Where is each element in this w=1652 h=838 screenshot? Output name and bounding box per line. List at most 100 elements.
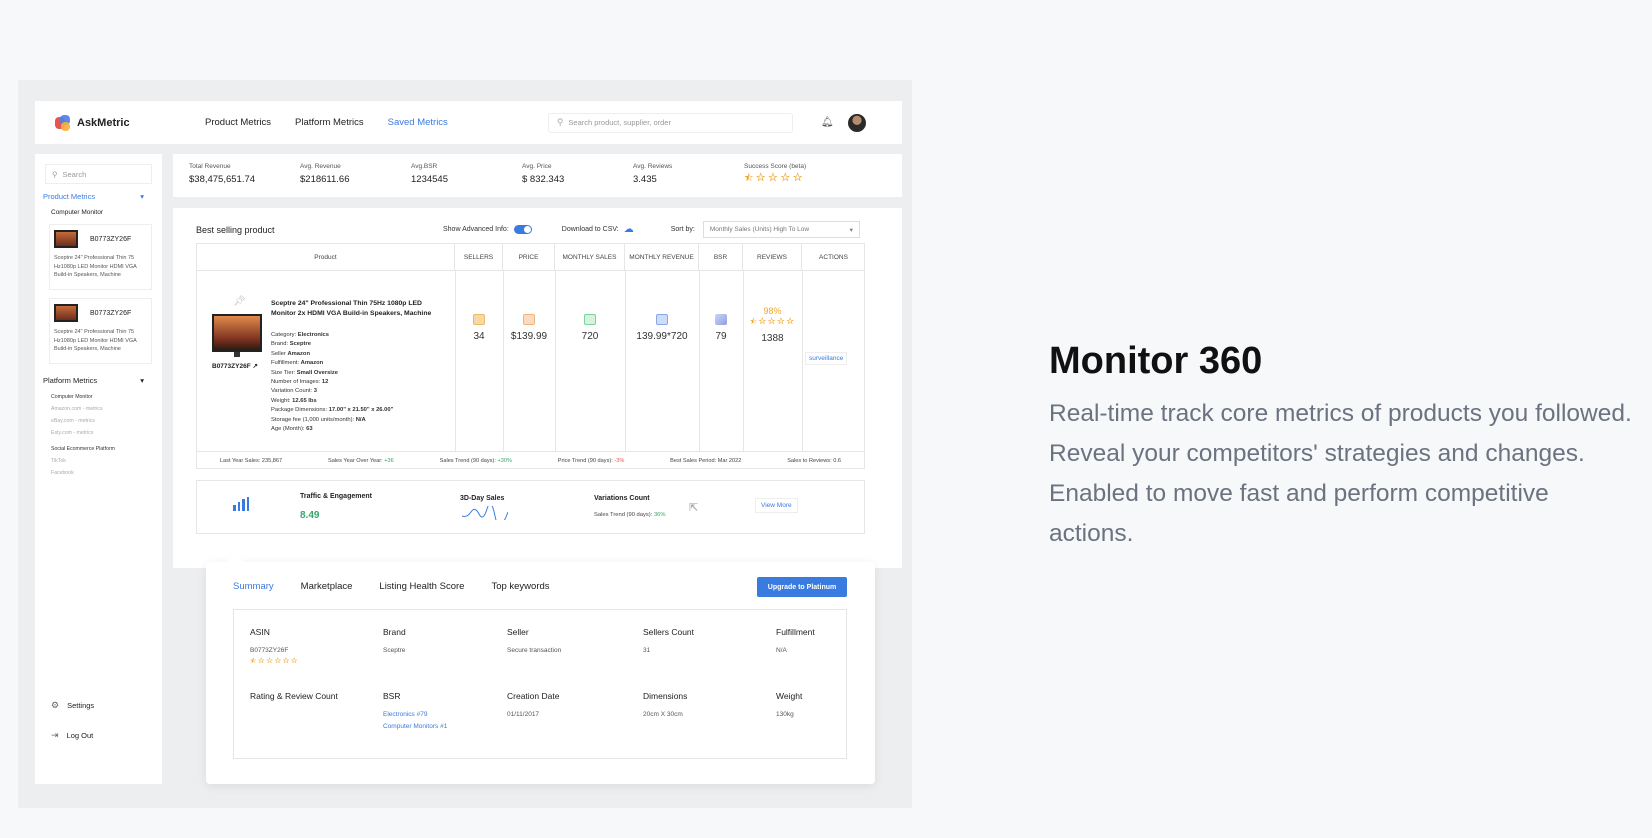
sidebar-product-card[interactable]: B0773ZY26F Sceptre 24" Professional Thin… — [49, 224, 152, 290]
price-trend-label: Price Trend (90 days): — [557, 458, 615, 464]
product-asin-link[interactable]: B0773ZY26F ↗ — [212, 362, 258, 370]
sales-30d-label: 3D-Day Sales — [460, 495, 505, 502]
sort-value: Monthly Sales (Units) High To Low — [709, 226, 810, 233]
settings-link[interactable]: ⚙ Settings — [51, 700, 94, 711]
column-divider — [802, 271, 803, 451]
best-sales-period: Best Sales Period: Mar 2022 — [670, 458, 742, 464]
col-header-monthly-revenue[interactable]: MONTHLY REVENUE — [625, 244, 699, 271]
field-bsr: BSR Electronics #79 Computer Monitors #1 — [383, 691, 447, 733]
pin-icon[interactable]: 📌︎ — [233, 296, 246, 307]
tab-listing-health[interactable]: Listing Health Score — [379, 581, 464, 592]
sort-select[interactable]: Monthly Sales (Units) High To Low ▾ — [702, 221, 860, 238]
price-chart-icon — [523, 314, 535, 325]
logout-link[interactable]: ⇥ Log Out — [51, 730, 93, 741]
product-thumbnail — [54, 230, 78, 248]
search-icon: ⚲ — [52, 169, 58, 179]
field-weight: Weight 130kg — [776, 691, 802, 721]
col-header-actions[interactable]: ACTIONS — [802, 244, 865, 271]
star-rating-icon: ⯪☆☆☆☆ — [744, 173, 805, 184]
cloud-download-icon[interactable]: ☁ — [624, 224, 634, 235]
nav-platform-metrics[interactable]: Platform Metrics — [295, 117, 364, 128]
sidebar-search-input[interactable]: ⚲ Search — [45, 164, 152, 184]
product-image-stand — [234, 352, 240, 357]
nav-saved-metrics[interactable]: Saved Metrics — [388, 117, 448, 128]
sort-label: Sort by: — [670, 226, 695, 233]
tab-summary[interactable]: Summary — [233, 581, 274, 592]
sidebar-product-card[interactable]: B0773ZY26F Sceptre 24" Professional Thin… — [49, 298, 152, 364]
sellers-value: 34 — [473, 331, 485, 342]
stat-value: $218611.66 — [300, 174, 350, 185]
stat-label: Avg. Revenue — [300, 163, 341, 170]
product-attributes: Category: Electronics Brand: Sceptre Sel… — [271, 331, 393, 434]
field-label: Creation Date — [507, 691, 560, 701]
tab-marketplace[interactable]: Marketplace — [301, 581, 353, 592]
reviews-value: 1388 — [761, 333, 784, 344]
col-header-bsr[interactable]: BSR — [699, 244, 743, 271]
sales-to-reviews: Sales to Reviews: 0.6 — [787, 458, 841, 464]
monthly-revenue-value: 139.99*720 — [636, 331, 688, 342]
stat-avg-reviews: Avg. Reviews 3.435 — [633, 163, 744, 197]
traffic-value: 8.49 — [300, 510, 320, 521]
field-label: BSR — [383, 691, 401, 701]
sidebar-item-platform[interactable]: Amazon.com - metrics — [51, 403, 162, 415]
column-divider — [625, 271, 626, 451]
col-header-price[interactable]: PRICE — [503, 244, 555, 271]
product-title[interactable]: Sceptre 24" Professional Thin 75Hz 1080p… — [271, 299, 441, 319]
upgrade-button[interactable]: Upgrade to Platinum — [757, 577, 847, 597]
advanced-info-toggle[interactable] — [513, 225, 532, 234]
col-header-sellers[interactable]: SELLERS — [455, 244, 503, 271]
csv-label: Download to CSV: — [561, 226, 619, 233]
attr-key: Variation Count: — [271, 388, 314, 395]
sidebar-item-platform[interactable]: Esty.com - metrics — [51, 427, 162, 439]
sidebar-section-platform-metrics[interactable]: Platform Metrics ▾ — [35, 376, 162, 385]
field-sellers-count: Sellers Count 31 — [643, 627, 694, 657]
share-icon[interactable]: ⇱ — [689, 501, 698, 514]
attr-key: Brand: — [271, 341, 290, 348]
sidebar-section-product-metrics[interactable]: Product Metrics ▾ — [35, 192, 162, 201]
sidebar-item-platform[interactable]: Social Ecommerce Platform — [51, 443, 162, 455]
price-trend-value: -3% — [614, 458, 625, 464]
chevron-down-icon: ▾ — [140, 192, 144, 201]
summary-grid: ASIN B0773ZY26F ⯪☆☆☆☆☆ Brand Sceptre Sel… — [233, 609, 847, 759]
product-description: Sceptre 24" Professional Thin 75 Hz1080p… — [54, 329, 137, 352]
cell-monthly-sales: 720 — [555, 314, 625, 342]
bsr-link-monitors[interactable]: Computer Monitors #1 — [383, 721, 447, 733]
col-header-product[interactable]: Product — [197, 244, 455, 271]
product-image — [212, 314, 262, 352]
stat-label: Total Revenue — [189, 163, 231, 170]
attr-value: 12.65 lbs — [292, 397, 317, 404]
last-year-sales: Last Year Sales: 235,867 — [219, 458, 283, 464]
field-label: Fulfillment — [776, 627, 815, 637]
field-label: ASIN — [250, 627, 270, 637]
brand-logo[interactable]: AskMetric — [55, 114, 195, 131]
sidebar-item-platform[interactable]: TikTok — [51, 455, 162, 467]
tab-top-keywords[interactable]: Top keywords — [491, 581, 549, 592]
table-footer: Last Year Sales: 235,867 Sales Year Over… — [197, 451, 864, 470]
panel-toolbar: Best selling product Show Advanced Info:… — [196, 221, 880, 238]
bsr-link-electronics[interactable]: Electronics #79 — [383, 709, 447, 721]
sidebar-item-platform[interactable]: Facebook — [51, 467, 162, 479]
nav-product-metrics[interactable]: Product Metrics — [205, 117, 271, 128]
col-header-monthly-sales[interactable]: MONTHLY SALES — [555, 244, 625, 271]
sidebar-item-platform[interactable]: Computer Monitor — [51, 391, 162, 403]
attr-key: Storage fee (1,000 units/month): — [271, 416, 356, 423]
global-search-input[interactable]: ⚲ Search product, supplier, order — [547, 112, 793, 133]
attr-value: Amazon — [300, 360, 324, 367]
cell-price: $139.99 — [503, 314, 555, 342]
view-more-button[interactable]: View More — [755, 498, 798, 513]
sidebar-item-computer-monitor[interactable]: Computer Monitor — [35, 209, 162, 216]
col-header-reviews[interactable]: REVIEWS — [743, 244, 802, 271]
attr-value: 12 — [321, 379, 329, 386]
surveillance-button[interactable]: surveillance — [805, 352, 848, 365]
sidebar-item-platform[interactable]: eBay.com - metrics — [51, 415, 162, 427]
cell-reviews: 98% ⯪☆☆☆☆ 1388 — [743, 306, 802, 344]
gear-icon: ⚙ — [51, 700, 60, 710]
avatar[interactable] — [847, 113, 866, 132]
field-label: Weight — [776, 691, 803, 701]
price-value: $139.99 — [510, 331, 548, 342]
stat-label: Avg. Reviews — [633, 163, 673, 170]
variations-label: Variations Count — [594, 495, 650, 502]
field-value-links: Electronics #79 Computer Monitors #1 — [383, 709, 447, 733]
field-seller: Seller Secure transaction — [507, 627, 561, 657]
bell-icon[interactable]: 🔔︎ — [821, 117, 834, 128]
